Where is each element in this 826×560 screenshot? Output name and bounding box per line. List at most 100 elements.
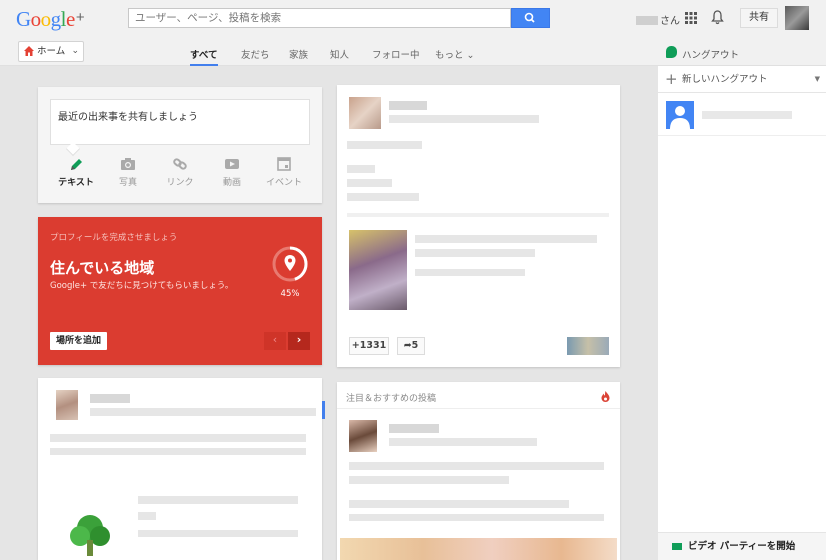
- home-menu-button[interactable]: ホーム ⌄: [18, 41, 84, 62]
- tab-following[interactable]: フォロー中: [372, 47, 420, 61]
- new-hangout-button[interactable]: + 新しいハングアウト ▼: [658, 66, 826, 93]
- profile-card-description: Google+ で友だちに見つけてもらいましょう。: [50, 281, 234, 291]
- user-name[interactable]: さん: [636, 12, 680, 27]
- event-icon: [277, 157, 291, 171]
- video-party-label: ビデオ パーティーを開始: [688, 541, 796, 552]
- add-place-button[interactable]: 場所を追加: [50, 332, 108, 350]
- search-button[interactable]: [511, 8, 550, 28]
- tab-acquaintances[interactable]: 知人: [330, 47, 349, 61]
- search-icon: [524, 12, 535, 23]
- video-party-button[interactable]: ビデオ パーティーを開始: [658, 532, 826, 560]
- chevron-down-icon: ⌄: [71, 46, 79, 56]
- default-person-icon: [670, 106, 690, 129]
- scroll-indicator: [322, 401, 325, 419]
- share-text-label: テキスト: [58, 178, 94, 188]
- post-text-blurred: [347, 141, 422, 149]
- post-link-image[interactable]: [68, 510, 112, 556]
- plus-one-button[interactable]: +1331: [349, 337, 389, 355]
- post-meta-blurred: [389, 115, 539, 123]
- post-text-blurred: [347, 193, 419, 201]
- post-text-blurred: [349, 514, 604, 521]
- logo-plus: +: [75, 9, 85, 26]
- tab-family[interactable]: 家族: [289, 47, 308, 61]
- video-icon: [225, 159, 239, 169]
- share-video-label: 動画: [222, 178, 241, 188]
- camera-icon: [121, 158, 135, 170]
- logo-text: Google: [16, 7, 75, 31]
- post-card: +1331 ➦5: [337, 85, 620, 367]
- chevron-down-icon: ⌄: [466, 50, 475, 61]
- profile-card-title: 住んでいる地域: [50, 259, 155, 277]
- share-event-label: イベント: [265, 178, 302, 188]
- post-text-blurred: [347, 179, 392, 187]
- share-photo-option[interactable]: 写真: [106, 157, 150, 188]
- home-label: ホーム: [37, 46, 66, 57]
- share-event-option[interactable]: イベント: [262, 157, 306, 188]
- hangouts-label[interactable]: ハングアウト: [682, 47, 739, 61]
- share-video-option[interactable]: 動画: [210, 157, 254, 188]
- post-link-title-blurred: [415, 249, 535, 257]
- trending-post-card: 注目＆おすすめの投稿: [337, 382, 620, 560]
- post-author-blurred: [389, 424, 439, 433]
- post-text-blurred: [50, 434, 306, 442]
- reshare-icon: ➦: [403, 340, 412, 351]
- post-author-blurred: [90, 394, 130, 403]
- share-box: 最近の出来事を共有しましょう テキスト 写真 リンク 動画 イベント: [38, 87, 322, 203]
- next-button[interactable]: ›: [288, 332, 310, 350]
- reshare-button[interactable]: ➦5: [397, 337, 425, 355]
- plusoners-avatars[interactable]: [567, 337, 609, 355]
- hangout-contact[interactable]: [658, 94, 826, 136]
- post-text-blurred: [349, 476, 509, 484]
- progress-percent: 45%: [280, 289, 300, 299]
- share-link-option[interactable]: リンク: [158, 157, 202, 188]
- location-pin-icon: [284, 255, 296, 271]
- tab-more[interactable]: もっと ⌄: [435, 47, 475, 61]
- share-input[interactable]: 最近の出来事を共有しましょう: [50, 99, 310, 145]
- share-button[interactable]: 共有: [740, 8, 778, 28]
- tab-all[interactable]: すべて: [190, 47, 217, 61]
- nav-bar: ホーム ⌄ すべて 友だち 家族 知人 フォロー中 もっと ⌄ ハングアウト: [0, 38, 826, 66]
- post-meta-blurred: [389, 438, 537, 446]
- divider: [337, 408, 620, 409]
- search-input[interactable]: [129, 9, 510, 27]
- video-camera-icon: [672, 543, 682, 550]
- prev-button[interactable]: ‹: [264, 332, 286, 350]
- divider: [347, 213, 609, 217]
- post-link-desc-blurred: [415, 269, 525, 276]
- tab-friends[interactable]: 友だち: [241, 47, 270, 61]
- apps-grid-icon[interactable]: [685, 12, 697, 24]
- search-box: [128, 8, 511, 28]
- link-icon: [173, 158, 187, 170]
- notification-bell-icon[interactable]: [711, 10, 724, 25]
- trending-title: 注目＆おすすめの投稿: [346, 394, 437, 404]
- post-image[interactable]: [340, 538, 617, 560]
- post-image-thumbnail[interactable]: [349, 230, 407, 310]
- post-author-avatar[interactable]: [349, 97, 381, 129]
- contact-avatar: [666, 101, 694, 129]
- progress-ring: [272, 246, 308, 282]
- post-meta-blurred: [90, 408, 316, 416]
- post-text-blurred: [349, 500, 569, 508]
- hangouts-icon: [666, 46, 677, 58]
- post-link-title-blurred: [138, 512, 156, 520]
- contact-name-blurred: [702, 111, 792, 119]
- profile-completion-card: プロフィールを完成させましょう 住んでいる地域 Google+ で友だちに見つけ…: [38, 217, 322, 365]
- user-avatar[interactable]: [785, 6, 809, 30]
- home-icon: [24, 46, 34, 56]
- post-card: [38, 378, 322, 560]
- post-author-avatar[interactable]: [56, 390, 78, 420]
- post-text-blurred: [50, 448, 306, 455]
- share-text-option[interactable]: テキスト: [54, 157, 98, 188]
- post-link-title-blurred: [138, 496, 298, 504]
- share-photo-label: 写真: [118, 178, 137, 188]
- post-text-blurred: [349, 462, 604, 470]
- flame-icon: [601, 391, 610, 402]
- google-plus-logo[interactable]: Google+: [16, 7, 85, 32]
- plus-icon: +: [665, 70, 678, 88]
- user-suffix: さん: [660, 16, 680, 27]
- new-hangout-label: 新しいハングアウト: [682, 74, 768, 85]
- active-tab-indicator: [190, 64, 218, 66]
- post-author-avatar[interactable]: [349, 420, 377, 452]
- post-author-blurred: [389, 101, 427, 110]
- profile-card-subtitle: プロフィールを完成させましょう: [50, 233, 178, 243]
